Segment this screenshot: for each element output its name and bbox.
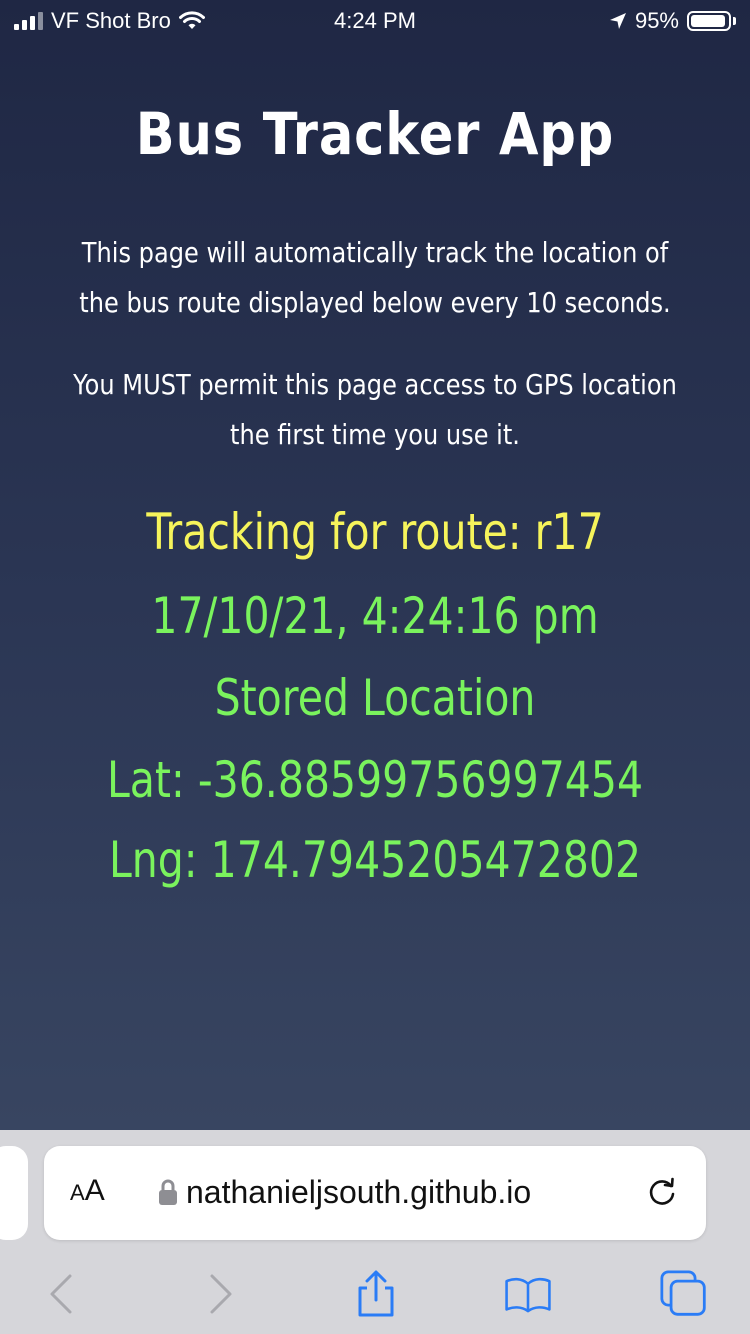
address-bar[interactable]: AA nathanieljsouth.github.io <box>44 1146 706 1240</box>
text-size-button[interactable]: AA <box>70 1174 105 1208</box>
share-icon[interactable] <box>352 1270 400 1318</box>
battery-fill <box>691 15 725 27</box>
previous-tab-edge[interactable] <box>0 1146 28 1240</box>
route-line: Tracking for route: r17 <box>146 503 604 561</box>
lock-icon <box>159 1179 177 1205</box>
timestamp: 17/10/21, 4:24:16 pm <box>151 587 599 645</box>
latitude-value: Lat: -36.88599756997454 <box>106 751 644 809</box>
intro-text-tracking: This page will automatically track the l… <box>79 236 671 319</box>
back-icon[interactable] <box>40 1270 88 1318</box>
reload-icon[interactable] <box>644 1174 680 1210</box>
status-bar: VF Shot Bro 4:24 PM 95% <box>0 0 750 44</box>
forward-icon[interactable] <box>196 1270 244 1318</box>
location-arrow-icon <box>609 13 626 29</box>
bookmarks-icon[interactable] <box>504 1270 552 1318</box>
intro-text-gps: You MUST permit this page access to GPS … <box>73 368 677 451</box>
url-text[interactable]: nathanieljsouth.github.io <box>186 1174 531 1211</box>
stored-location-label: Stored Location <box>214 669 536 727</box>
browser-toolbar: AA nathanieljsouth.github.io <box>0 1130 750 1334</box>
status-right: 95% <box>609 8 736 34</box>
battery-icon <box>687 11 731 31</box>
page-title: Bus Tracker App <box>135 100 615 168</box>
longitude-value: Lng: 174.7945205472802 <box>108 831 642 889</box>
battery-percent: 95% <box>634 8 679 33</box>
battery-tip <box>733 17 736 25</box>
tabs-icon[interactable] <box>660 1270 708 1318</box>
